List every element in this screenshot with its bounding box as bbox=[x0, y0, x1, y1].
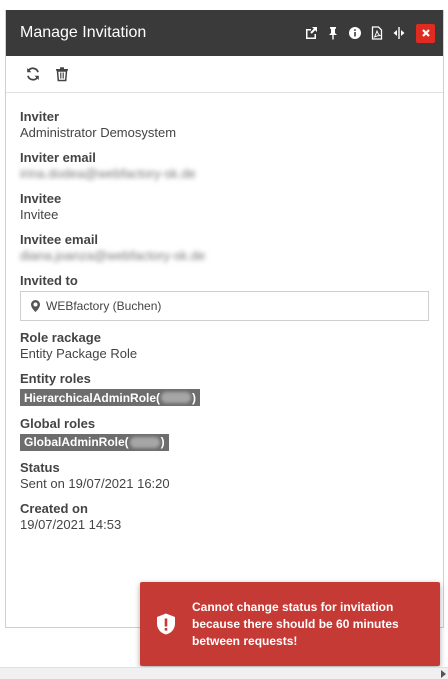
close-icon bbox=[421, 29, 430, 37]
pin-icon[interactable] bbox=[326, 26, 340, 40]
role-package-field: Role rackage Entity Package Role bbox=[20, 330, 429, 362]
inviter-email-field: Inviter email irina.dodea@webfactory-sk.… bbox=[20, 150, 429, 182]
trash-icon bbox=[56, 67, 68, 82]
info-icon[interactable] bbox=[348, 26, 362, 40]
status-field: Status Sent on 19/07/2021 16:20 bbox=[20, 460, 429, 492]
status-label: Status bbox=[20, 460, 60, 475]
inviter-field: Inviter Administrator Demosystem bbox=[20, 109, 429, 141]
global-role-tag-prefix: GlobalAdminRole( bbox=[24, 435, 129, 449]
entity-roles-label: Entity roles bbox=[20, 371, 91, 386]
inviter-value: Administrator Demosystem bbox=[20, 125, 177, 140]
invitee-email-field: Invitee email diana.joanza@webfactory-sk… bbox=[20, 232, 429, 264]
entity-role-redacted bbox=[161, 392, 192, 403]
shield-alert-icon bbox=[157, 613, 175, 635]
horizontal-scrollbar[interactable] bbox=[0, 667, 448, 679]
pdf-icon[interactable] bbox=[370, 26, 384, 40]
created-on-label: Created on bbox=[20, 501, 88, 516]
refresh-button[interactable] bbox=[25, 66, 41, 82]
invitee-email-label: Invitee email bbox=[20, 232, 99, 247]
refresh-icon bbox=[27, 67, 39, 81]
invitee-value: Invitee bbox=[20, 207, 59, 222]
invited-to-label: Invited to bbox=[20, 273, 78, 288]
invited-to-field: Invited to WEBfactory (Buchen) bbox=[20, 273, 429, 321]
error-toast[interactable]: Cannot change status for invitation beca… bbox=[140, 582, 440, 666]
global-role-redacted bbox=[129, 436, 160, 448]
map-marker-icon bbox=[31, 300, 40, 312]
global-role-tag-suffix: ) bbox=[160, 435, 165, 449]
entity-role-tag-suffix: ) bbox=[192, 390, 197, 405]
delete-button[interactable] bbox=[54, 66, 70, 82]
panel-title: Manage Invitation bbox=[20, 24, 147, 41]
role-package-value: Entity Package Role bbox=[20, 346, 138, 361]
close-button[interactable] bbox=[416, 23, 435, 43]
inviter-email-value: irina.dodea@webfactory-sk.de bbox=[20, 166, 196, 181]
invitation-details: Inviter Administrator Demosystem Inviter… bbox=[6, 93, 443, 533]
invitee-email-value: diana.joanza@webfactory-sk.de bbox=[20, 248, 206, 263]
inviter-email-label: Inviter email bbox=[20, 150, 96, 165]
invitee-field: Invitee Invitee bbox=[20, 191, 429, 223]
toolbar bbox=[6, 56, 443, 93]
resize-icon[interactable] bbox=[392, 26, 406, 40]
popout-icon[interactable] bbox=[304, 26, 318, 40]
manage-invitation-panel: Manage Invitation Inviter Administrator … bbox=[5, 10, 444, 628]
status-value: Sent on 19/07/2021 16:20 bbox=[20, 476, 170, 491]
global-roles-field: Global roles GlobalAdminRole() bbox=[20, 416, 429, 452]
created-on-field: Created on 19/07/2021 14:53 bbox=[20, 501, 429, 533]
entity-role-tag-prefix: HierarchicalAdminRole( bbox=[24, 390, 161, 405]
entity-roles-field: Entity roles HierarchicalAdminRole() bbox=[20, 371, 429, 407]
invited-to-value: WEBfactory (Buchen) bbox=[46, 299, 162, 313]
inviter-label: Inviter bbox=[20, 109, 60, 124]
created-on-value: 19/07/2021 14:53 bbox=[20, 517, 122, 532]
title-bar: Manage Invitation bbox=[6, 10, 443, 56]
role-package-label: Role rackage bbox=[20, 330, 101, 345]
title-bar-actions bbox=[304, 23, 435, 43]
scroll-right-icon[interactable] bbox=[441, 670, 446, 678]
toast-message: Cannot change status for invitation beca… bbox=[192, 599, 399, 648]
invited-to-input[interactable]: WEBfactory (Buchen) bbox=[20, 291, 429, 321]
invitee-label: Invitee bbox=[20, 191, 62, 206]
entity-role-tag: HierarchicalAdminRole() bbox=[20, 389, 201, 406]
global-roles-label: Global roles bbox=[20, 415, 96, 431]
global-role-tag: GlobalAdminRole() bbox=[20, 433, 169, 451]
